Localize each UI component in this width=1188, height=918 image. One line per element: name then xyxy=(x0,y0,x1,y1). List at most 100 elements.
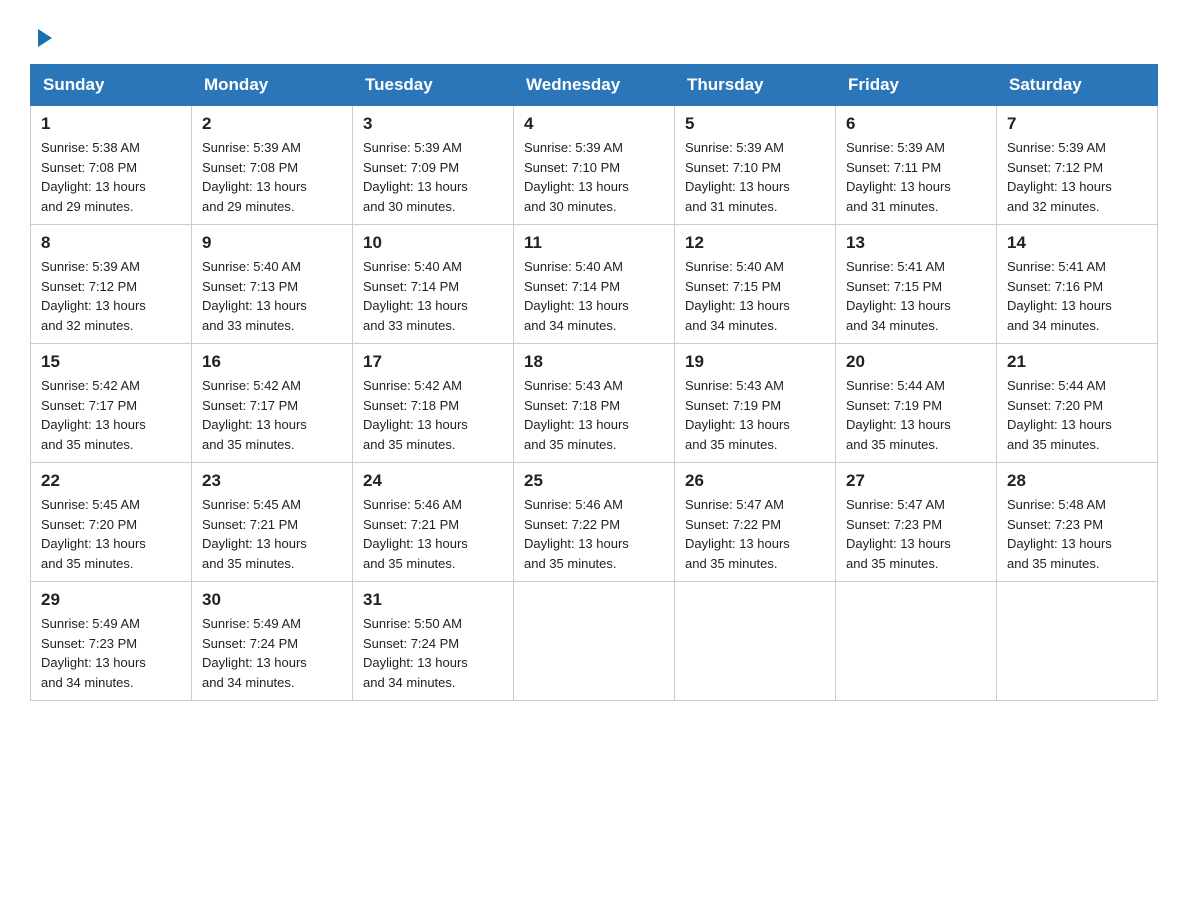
calendar-cell: 8 Sunrise: 5:39 AM Sunset: 7:12 PM Dayli… xyxy=(31,225,192,344)
day-number: 31 xyxy=(363,590,503,610)
day-info: Sunrise: 5:43 AM Sunset: 7:19 PM Dayligh… xyxy=(685,376,825,454)
day-info: Sunrise: 5:41 AM Sunset: 7:16 PM Dayligh… xyxy=(1007,257,1147,335)
day-info: Sunrise: 5:42 AM Sunset: 7:18 PM Dayligh… xyxy=(363,376,503,454)
day-info: Sunrise: 5:48 AM Sunset: 7:23 PM Dayligh… xyxy=(1007,495,1147,573)
calendar-cell: 17 Sunrise: 5:42 AM Sunset: 7:18 PM Dayl… xyxy=(353,344,514,463)
day-info: Sunrise: 5:50 AM Sunset: 7:24 PM Dayligh… xyxy=(363,614,503,692)
logo-arrow-icon xyxy=(34,27,56,49)
calendar-cell: 6 Sunrise: 5:39 AM Sunset: 7:11 PM Dayli… xyxy=(836,106,997,225)
day-info: Sunrise: 5:38 AM Sunset: 7:08 PM Dayligh… xyxy=(41,138,181,216)
calendar-cell: 3 Sunrise: 5:39 AM Sunset: 7:09 PM Dayli… xyxy=(353,106,514,225)
calendar-cell xyxy=(997,582,1158,701)
day-number: 25 xyxy=(524,471,664,491)
day-info: Sunrise: 5:40 AM Sunset: 7:14 PM Dayligh… xyxy=(524,257,664,335)
day-number: 26 xyxy=(685,471,825,491)
day-info: Sunrise: 5:42 AM Sunset: 7:17 PM Dayligh… xyxy=(202,376,342,454)
day-number: 20 xyxy=(846,352,986,372)
calendar-cell: 21 Sunrise: 5:44 AM Sunset: 7:20 PM Dayl… xyxy=(997,344,1158,463)
day-number: 4 xyxy=(524,114,664,134)
calendar-cell: 2 Sunrise: 5:39 AM Sunset: 7:08 PM Dayli… xyxy=(192,106,353,225)
page-header xyxy=(30,20,1158,54)
calendar-cell: 28 Sunrise: 5:48 AM Sunset: 7:23 PM Dayl… xyxy=(997,463,1158,582)
day-header-sunday: Sunday xyxy=(31,65,192,106)
day-info: Sunrise: 5:45 AM Sunset: 7:21 PM Dayligh… xyxy=(202,495,342,573)
day-number: 13 xyxy=(846,233,986,253)
day-number: 29 xyxy=(41,590,181,610)
day-number: 11 xyxy=(524,233,664,253)
days-of-week-row: SundayMondayTuesdayWednesdayThursdayFrid… xyxy=(31,65,1158,106)
day-info: Sunrise: 5:39 AM Sunset: 7:12 PM Dayligh… xyxy=(41,257,181,335)
day-number: 17 xyxy=(363,352,503,372)
calendar-cell: 5 Sunrise: 5:39 AM Sunset: 7:10 PM Dayli… xyxy=(675,106,836,225)
calendar-cell: 20 Sunrise: 5:44 AM Sunset: 7:19 PM Dayl… xyxy=(836,344,997,463)
calendar-cell: 22 Sunrise: 5:45 AM Sunset: 7:20 PM Dayl… xyxy=(31,463,192,582)
day-number: 3 xyxy=(363,114,503,134)
calendar-cell: 9 Sunrise: 5:40 AM Sunset: 7:13 PM Dayli… xyxy=(192,225,353,344)
calendar-cell: 13 Sunrise: 5:41 AM Sunset: 7:15 PM Dayl… xyxy=(836,225,997,344)
day-info: Sunrise: 5:39 AM Sunset: 7:10 PM Dayligh… xyxy=(685,138,825,216)
calendar-cell: 11 Sunrise: 5:40 AM Sunset: 7:14 PM Dayl… xyxy=(514,225,675,344)
day-info: Sunrise: 5:39 AM Sunset: 7:08 PM Dayligh… xyxy=(202,138,342,216)
day-info: Sunrise: 5:41 AM Sunset: 7:15 PM Dayligh… xyxy=(846,257,986,335)
week-row-5: 29 Sunrise: 5:49 AM Sunset: 7:23 PM Dayl… xyxy=(31,582,1158,701)
calendar-cell xyxy=(836,582,997,701)
day-number: 21 xyxy=(1007,352,1147,372)
calendar-cell: 16 Sunrise: 5:42 AM Sunset: 7:17 PM Dayl… xyxy=(192,344,353,463)
calendar-cell: 1 Sunrise: 5:38 AM Sunset: 7:08 PM Dayli… xyxy=(31,106,192,225)
calendar-cell xyxy=(514,582,675,701)
day-number: 7 xyxy=(1007,114,1147,134)
day-number: 2 xyxy=(202,114,342,134)
day-info: Sunrise: 5:46 AM Sunset: 7:22 PM Dayligh… xyxy=(524,495,664,573)
calendar-cell: 10 Sunrise: 5:40 AM Sunset: 7:14 PM Dayl… xyxy=(353,225,514,344)
day-number: 12 xyxy=(685,233,825,253)
day-number: 10 xyxy=(363,233,503,253)
day-info: Sunrise: 5:47 AM Sunset: 7:22 PM Dayligh… xyxy=(685,495,825,573)
day-header-saturday: Saturday xyxy=(997,65,1158,106)
day-number: 6 xyxy=(846,114,986,134)
day-header-thursday: Thursday xyxy=(675,65,836,106)
day-info: Sunrise: 5:39 AM Sunset: 7:12 PM Dayligh… xyxy=(1007,138,1147,216)
week-row-1: 1 Sunrise: 5:38 AM Sunset: 7:08 PM Dayli… xyxy=(31,106,1158,225)
day-header-wednesday: Wednesday xyxy=(514,65,675,106)
logo xyxy=(30,20,56,54)
week-row-4: 22 Sunrise: 5:45 AM Sunset: 7:20 PM Dayl… xyxy=(31,463,1158,582)
day-number: 22 xyxy=(41,471,181,491)
day-number: 24 xyxy=(363,471,503,491)
day-info: Sunrise: 5:40 AM Sunset: 7:15 PM Dayligh… xyxy=(685,257,825,335)
day-number: 8 xyxy=(41,233,181,253)
calendar-cell: 25 Sunrise: 5:46 AM Sunset: 7:22 PM Dayl… xyxy=(514,463,675,582)
calendar-cell: 7 Sunrise: 5:39 AM Sunset: 7:12 PM Dayli… xyxy=(997,106,1158,225)
day-info: Sunrise: 5:39 AM Sunset: 7:10 PM Dayligh… xyxy=(524,138,664,216)
day-info: Sunrise: 5:40 AM Sunset: 7:14 PM Dayligh… xyxy=(363,257,503,335)
day-number: 9 xyxy=(202,233,342,253)
calendar-cell: 12 Sunrise: 5:40 AM Sunset: 7:15 PM Dayl… xyxy=(675,225,836,344)
calendar-table: SundayMondayTuesdayWednesdayThursdayFrid… xyxy=(30,64,1158,701)
calendar-cell: 15 Sunrise: 5:42 AM Sunset: 7:17 PM Dayl… xyxy=(31,344,192,463)
day-number: 28 xyxy=(1007,471,1147,491)
calendar-cell: 30 Sunrise: 5:49 AM Sunset: 7:24 PM Dayl… xyxy=(192,582,353,701)
day-info: Sunrise: 5:49 AM Sunset: 7:24 PM Dayligh… xyxy=(202,614,342,692)
day-number: 15 xyxy=(41,352,181,372)
week-row-3: 15 Sunrise: 5:42 AM Sunset: 7:17 PM Dayl… xyxy=(31,344,1158,463)
calendar-cell xyxy=(675,582,836,701)
calendar-cell: 4 Sunrise: 5:39 AM Sunset: 7:10 PM Dayli… xyxy=(514,106,675,225)
day-header-friday: Friday xyxy=(836,65,997,106)
day-header-monday: Monday xyxy=(192,65,353,106)
calendar-cell: 29 Sunrise: 5:49 AM Sunset: 7:23 PM Dayl… xyxy=(31,582,192,701)
day-number: 14 xyxy=(1007,233,1147,253)
calendar-cell: 18 Sunrise: 5:43 AM Sunset: 7:18 PM Dayl… xyxy=(514,344,675,463)
calendar-cell: 26 Sunrise: 5:47 AM Sunset: 7:22 PM Dayl… xyxy=(675,463,836,582)
day-info: Sunrise: 5:43 AM Sunset: 7:18 PM Dayligh… xyxy=(524,376,664,454)
day-number: 16 xyxy=(202,352,342,372)
day-info: Sunrise: 5:47 AM Sunset: 7:23 PM Dayligh… xyxy=(846,495,986,573)
day-info: Sunrise: 5:39 AM Sunset: 7:09 PM Dayligh… xyxy=(363,138,503,216)
calendar-cell: 24 Sunrise: 5:46 AM Sunset: 7:21 PM Dayl… xyxy=(353,463,514,582)
day-info: Sunrise: 5:42 AM Sunset: 7:17 PM Dayligh… xyxy=(41,376,181,454)
day-header-tuesday: Tuesday xyxy=(353,65,514,106)
week-row-2: 8 Sunrise: 5:39 AM Sunset: 7:12 PM Dayli… xyxy=(31,225,1158,344)
day-number: 23 xyxy=(202,471,342,491)
calendar-cell: 19 Sunrise: 5:43 AM Sunset: 7:19 PM Dayl… xyxy=(675,344,836,463)
day-number: 27 xyxy=(846,471,986,491)
day-info: Sunrise: 5:46 AM Sunset: 7:21 PM Dayligh… xyxy=(363,495,503,573)
day-info: Sunrise: 5:40 AM Sunset: 7:13 PM Dayligh… xyxy=(202,257,342,335)
